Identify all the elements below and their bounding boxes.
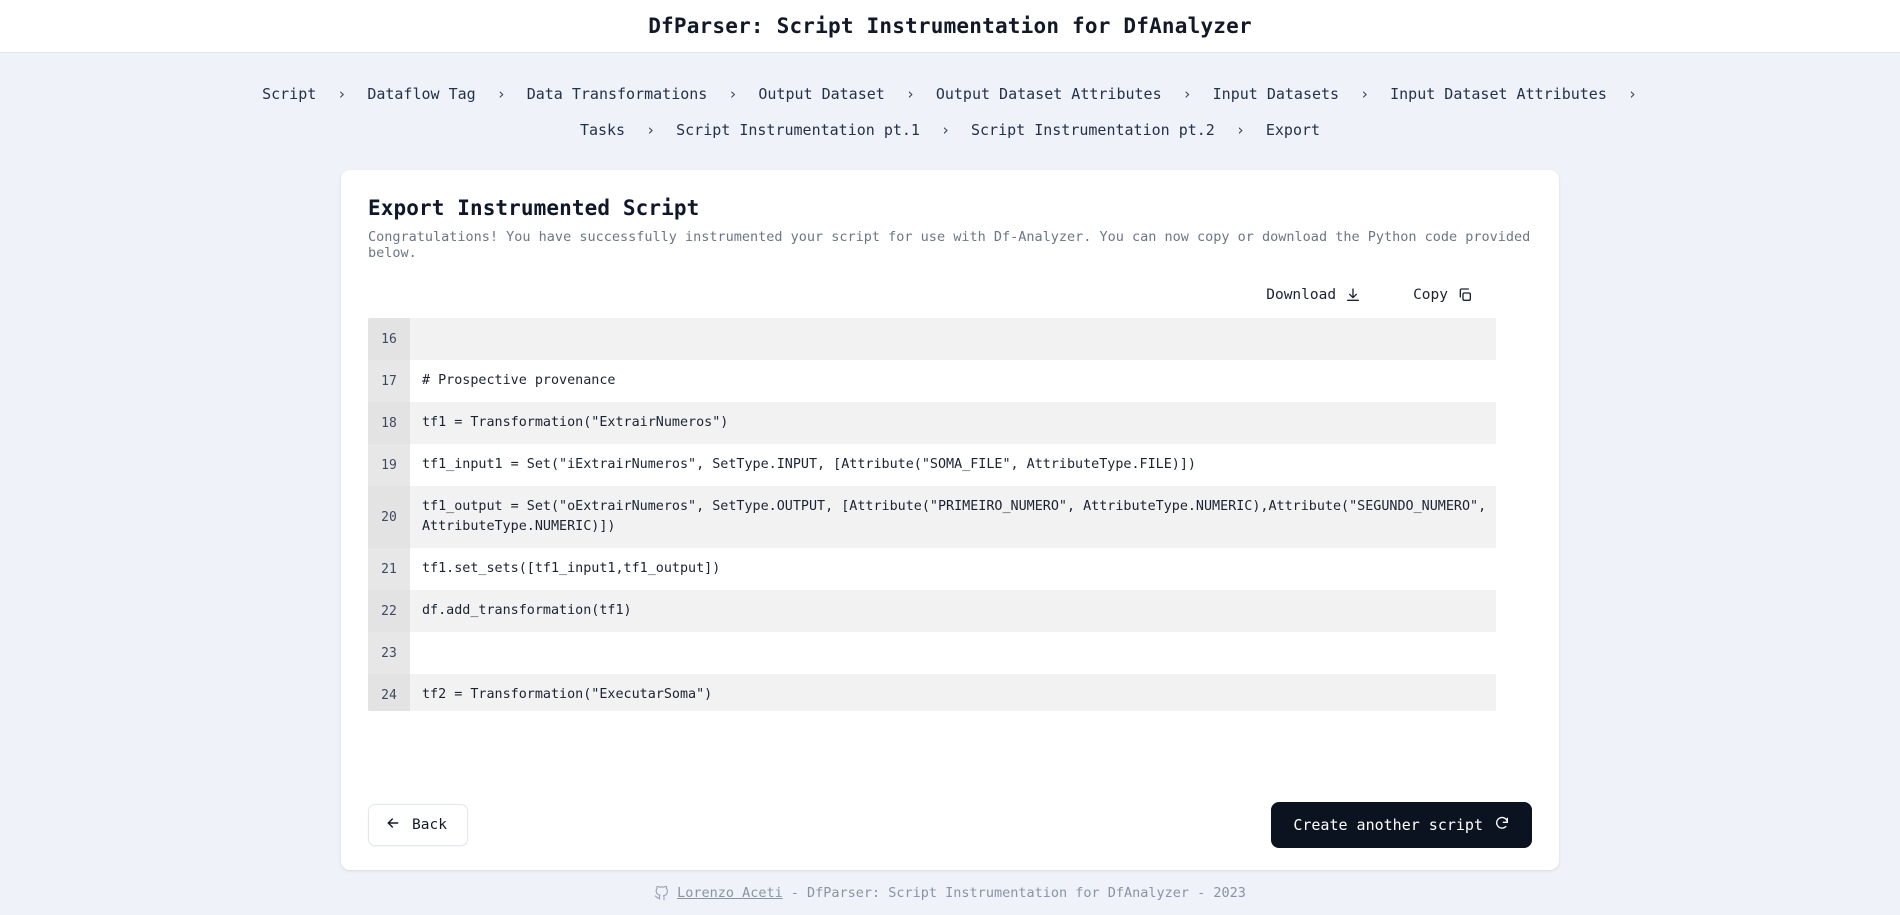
- breadcrumb-item-output-dataset[interactable]: Output Dataset: [748, 85, 894, 103]
- breadcrumb-separator-icon: ›: [635, 121, 666, 139]
- code-line-row: 22df.add_transformation(tf1): [368, 590, 1496, 632]
- breadcrumb-item-data-transformations[interactable]: Data Transformations: [517, 85, 718, 103]
- code-table: 16 17# Prospective provenance18tf1 = Tra…: [368, 318, 1496, 711]
- code-line-number: 24: [368, 674, 410, 711]
- breadcrumb-separator-icon: ›: [1617, 85, 1648, 103]
- breadcrumb-item-script[interactable]: Script: [252, 85, 326, 103]
- breadcrumb: Script›Dataflow Tag›Data Transformations…: [0, 53, 1900, 148]
- back-button-label: Back: [412, 817, 447, 833]
- code-line-row: 23: [368, 632, 1496, 674]
- code-line-content[interactable]: [410, 318, 1496, 360]
- code-line-content[interactable]: tf1 = Transformation("ExtrairNumeros"): [410, 402, 1496, 444]
- code-line-number: 16: [368, 318, 410, 360]
- github-icon: [654, 886, 669, 901]
- create-another-script-label: Create another script: [1293, 816, 1483, 834]
- app-title: DfParser: Script Instrumentation for DfA…: [648, 14, 1252, 38]
- breadcrumb-row-2: Tasks›Script Instrumentation pt.1›Script…: [0, 112, 1900, 148]
- breadcrumb-separator-icon: ›: [930, 121, 961, 139]
- download-button-label: Download: [1266, 287, 1336, 303]
- breadcrumb-item-export[interactable]: Export: [1256, 121, 1330, 139]
- code-line-number: 18: [368, 402, 410, 444]
- breadcrumb-separator-icon: ›: [895, 85, 926, 103]
- code-line-content[interactable]: tf2 = Transformation("ExecutarSoma"): [410, 674, 1496, 711]
- app-titlebar: DfParser: Script Instrumentation for DfA…: [0, 0, 1900, 53]
- code-line-content[interactable]: tf1.set_sets([tf1_input1,tf1_output]): [410, 548, 1496, 590]
- arrow-left-icon: [385, 815, 401, 835]
- code-line-content[interactable]: # Prospective provenance: [410, 360, 1496, 402]
- breadcrumb-item-script-instrumentation-pt-1[interactable]: Script Instrumentation pt.1: [666, 121, 930, 139]
- code-line-row: 21tf1.set_sets([tf1_input1,tf1_output]): [368, 548, 1496, 590]
- page-title: Export Instrumented Script: [368, 196, 1532, 220]
- refresh-icon: [1494, 815, 1510, 835]
- code-line-row: 20tf1_output = Set("oExtrairNumeros", Se…: [368, 486, 1496, 548]
- code-line-content[interactable]: tf1_output = Set("oExtrairNumeros", SetT…: [410, 486, 1496, 548]
- code-line-row: 17# Prospective provenance: [368, 360, 1496, 402]
- breadcrumb-separator-icon: ›: [1172, 85, 1203, 103]
- page-subtitle: Congratulations! You have successfully i…: [368, 229, 1532, 261]
- page-footer: Lorenzo Aceti - DfParser: Script Instrum…: [0, 885, 1900, 901]
- breadcrumb-row-1: Script›Dataflow Tag›Data Transformations…: [0, 76, 1900, 112]
- breadcrumb-item-tasks[interactable]: Tasks: [570, 121, 635, 139]
- code-line-content[interactable]: df.add_transformation(tf1): [410, 590, 1496, 632]
- breadcrumb-item-dataflow-tag[interactable]: Dataflow Tag: [357, 85, 485, 103]
- breadcrumb-item-output-dataset-attributes[interactable]: Output Dataset Attributes: [926, 85, 1172, 103]
- code-line-number: 20: [368, 486, 410, 548]
- create-another-script-button[interactable]: Create another script: [1271, 802, 1532, 848]
- download-icon: [1345, 287, 1361, 303]
- footer-text: - DfParser: Script Instrumentation for D…: [791, 885, 1246, 901]
- code-line-content[interactable]: tf1_input1 = Set("iExtrairNumeros", SetT…: [410, 444, 1496, 486]
- code-line-row: 24tf2 = Transformation("ExecutarSoma"): [368, 674, 1496, 711]
- code-line-number: 23: [368, 632, 410, 674]
- code-line-number: 19: [368, 444, 410, 486]
- breadcrumb-separator-icon: ›: [486, 85, 517, 103]
- code-line-number: 22: [368, 590, 410, 632]
- footer-author-link[interactable]: Lorenzo Aceti: [677, 885, 783, 901]
- code-line-content[interactable]: [410, 632, 1496, 674]
- card-footer-actions: Back Create another script: [368, 802, 1532, 848]
- breadcrumb-separator-icon: ›: [1349, 85, 1380, 103]
- code-actions: Download Copy: [368, 283, 1532, 307]
- code-line-row: 18tf1 = Transformation("ExtrairNumeros"): [368, 402, 1496, 444]
- copy-icon: [1457, 287, 1473, 303]
- breadcrumb-item-input-dataset-attributes[interactable]: Input Dataset Attributes: [1380, 85, 1617, 103]
- breadcrumb-item-script-instrumentation-pt-2[interactable]: Script Instrumentation pt.2: [961, 121, 1225, 139]
- breadcrumb-separator-icon: ›: [326, 85, 357, 103]
- code-line-row: 16: [368, 318, 1496, 360]
- code-scroll-area[interactable]: 16 17# Prospective provenance18tf1 = Tra…: [368, 318, 1532, 711]
- code-viewer[interactable]: 16 17# Prospective provenance18tf1 = Tra…: [368, 318, 1532, 711]
- copy-button[interactable]: Copy: [1411, 283, 1475, 307]
- code-line-number: 21: [368, 548, 410, 590]
- breadcrumb-item-input-datasets[interactable]: Input Datasets: [1203, 85, 1349, 103]
- copy-button-label: Copy: [1413, 287, 1448, 303]
- back-button[interactable]: Back: [368, 804, 468, 846]
- code-line-row: 19tf1_input1 = Set("iExtrairNumeros", Se…: [368, 444, 1496, 486]
- code-line-number: 17: [368, 360, 410, 402]
- download-button[interactable]: Download: [1264, 283, 1363, 307]
- breadcrumb-separator-icon: ›: [1225, 121, 1256, 139]
- breadcrumb-separator-icon: ›: [717, 85, 748, 103]
- export-card: Export Instrumented Script Congratulatio…: [341, 170, 1559, 870]
